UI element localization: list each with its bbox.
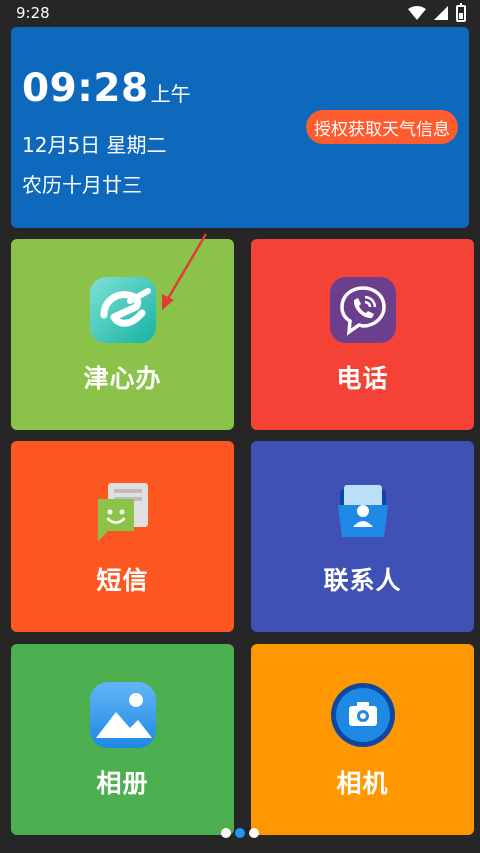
status-bar: 9:28 [0, 0, 480, 26]
battery-icon [456, 2, 466, 22]
app-tile-phone[interactable]: 电话 [251, 239, 474, 430]
app-tile-gallery[interactable]: 相册 [11, 644, 234, 835]
clock-widget[interactable]: 09:28 上午 12月5日 星期二 农历十月廿三 授权获取天气信息 [11, 27, 469, 228]
app-tile-camera[interactable]: 相机 [251, 644, 474, 835]
gallery-icon [89, 682, 156, 748]
camera-icon [330, 682, 396, 748]
sms-message-icon [90, 479, 156, 545]
page-indicator [221, 828, 259, 838]
page-dot-2-active[interactable] [235, 828, 245, 838]
app-label-gallery: 相册 [96, 769, 149, 798]
app-label-contacts: 联系人 [323, 566, 402, 595]
status-icons [408, 2, 466, 22]
phone-viber-icon [329, 277, 396, 343]
page-dot-1[interactable] [221, 828, 231, 838]
app-label-camera: 相机 [336, 769, 389, 798]
app-label-phone: 电话 [336, 364, 389, 393]
jinxinban-app-icon [89, 277, 156, 343]
clock-ampm: 上午 [150, 82, 191, 106]
signal-icon [434, 6, 448, 20]
clock-time: 09:28 [22, 66, 149, 111]
contacts-icon [330, 479, 396, 545]
lunar-date: 农历十月廿三 [22, 173, 142, 197]
app-label-jinxinban: 津心办 [83, 364, 162, 393]
time-row: 09:28 上午 [22, 69, 191, 109]
status-time: 9:28 [16, 4, 50, 22]
clock-date: 12月5日 星期二 [22, 133, 167, 157]
app-tile-contacts[interactable]: 联系人 [251, 441, 474, 632]
wifi-icon [408, 6, 426, 20]
page-dot-3[interactable] [249, 828, 259, 838]
app-label-sms: 短信 [96, 566, 149, 595]
app-tile-sms[interactable]: 短信 [11, 441, 234, 632]
authorize-weather-button[interactable]: 授权获取天气信息 [306, 110, 458, 144]
annotation-arrow-icon [162, 233, 208, 310]
